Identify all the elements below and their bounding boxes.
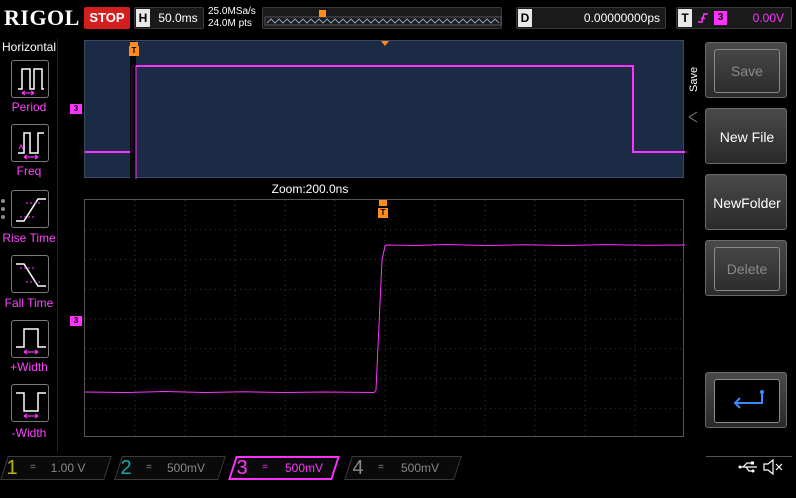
overview-waveform (85, 65, 685, 153)
save-softkey[interactable]: Save (705, 42, 787, 98)
memory-depth: 24.0M pts (208, 18, 252, 29)
enter-return-icon (733, 390, 764, 409)
measure-freq-button[interactable] (11, 124, 49, 162)
ch3-number: 3 (236, 457, 248, 479)
zoom-label: Zoom:200.0ns (271, 182, 349, 196)
overview-trigger-position (381, 41, 389, 46)
delete-softkey[interactable]: Delete (705, 240, 787, 296)
memory-waveform-icon (266, 18, 500, 24)
new-file-softkey-label: New File (719, 129, 775, 145)
trigger-level: 0.00V (752, 11, 784, 25)
overview-trigger-marker: T (129, 46, 139, 56)
usb-icon (738, 461, 757, 473)
trigger-label: T (678, 9, 692, 27)
measure-positive-width-label: +Width (10, 360, 48, 374)
measure-menu-title: Horizontal (1, 40, 57, 54)
sample-rate: 25.0MSa/s (208, 6, 256, 17)
zoom-region (130, 41, 136, 179)
grid-lines (85, 200, 685, 438)
enter-softkey[interactable] (705, 372, 787, 428)
overview-trigger-top (130, 42, 138, 46)
ch1-scale: 1.00 V (50, 461, 86, 475)
measure-period-button[interactable] (11, 60, 49, 98)
ch3-scale: 500mV (284, 461, 324, 475)
new-folder-softkey[interactable]: NewFolder (705, 174, 787, 230)
rigol-logo: RIGOL (4, 5, 80, 30)
waveform-grid (84, 199, 685, 438)
ch2-scale: 500mV (166, 461, 206, 475)
negative-width-icon (16, 392, 46, 419)
positive-width-icon (16, 328, 46, 355)
measure-negative-width-label: -Width (11, 426, 47, 440)
measure-fall-time-label: Fall Time (4, 296, 54, 310)
measure-negative-width-button[interactable] (11, 384, 49, 422)
menu-page-dot (1, 199, 5, 203)
ch2-number: 2 (120, 457, 132, 479)
new-file-softkey[interactable]: New File (705, 108, 787, 164)
timebase-label: H (136, 9, 150, 27)
ch4-scale: 500mV (400, 461, 440, 475)
memory-trigger-marker (319, 10, 326, 17)
fall-time-icon (16, 263, 46, 287)
delay-value: 0.00000000ps (583, 11, 660, 25)
menu-page-dot (1, 215, 5, 219)
menu-pointer-icon (687, 110, 701, 124)
measure-fall-time-button[interactable] (11, 255, 49, 293)
run-stop-indicator[interactable]: STOP (84, 7, 130, 29)
main-trigger-marker: T (378, 208, 388, 218)
measure-freq-label: Freq (16, 164, 42, 178)
ch4-number: 4 (352, 457, 364, 479)
timebase-value: 50.0ms (158, 11, 198, 25)
main-ch3-marker: 3 (70, 316, 82, 326)
measure-rise-time-label: Rise Time (2, 231, 56, 245)
period-icon (18, 68, 44, 96)
speaker-muted-icon[interactable] (762, 458, 784, 476)
new-folder-softkey-label: NewFolder (713, 195, 781, 211)
rising-edge-icon (697, 8, 709, 28)
overview-ch3-marker: 3 (70, 104, 82, 114)
menu-page-dot (1, 207, 5, 211)
save-menu-title: Save (688, 66, 700, 92)
main-trigger-top (379, 200, 387, 206)
freq-icon (18, 132, 44, 160)
measure-rise-time-button[interactable] (11, 190, 49, 228)
overview-window (84, 40, 685, 179)
memory-overview-bar (262, 7, 502, 29)
save-softkey-label: Save (731, 63, 763, 79)
rise-time-icon (16, 198, 46, 222)
ch1-number: 1 (6, 457, 18, 479)
measure-period-label: Period (11, 100, 47, 114)
trigger-source-badge: 3 (714, 11, 727, 25)
delay-label: D (518, 9, 532, 27)
delete-softkey-label: Delete (726, 261, 768, 277)
measure-positive-width-button[interactable] (11, 320, 49, 358)
